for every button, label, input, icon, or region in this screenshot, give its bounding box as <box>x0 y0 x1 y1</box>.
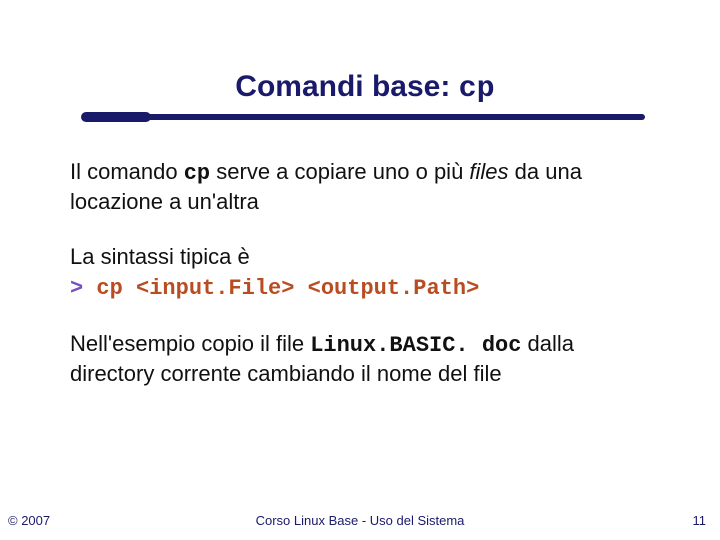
p2-prompt: > <box>70 276 96 301</box>
p3-text1: Nell'esempio copio il file <box>70 331 310 356</box>
underline-accent <box>81 112 151 122</box>
slide-body: Il comando cp serve a copiare uno o più … <box>70 158 660 387</box>
slide: Comandi base: cp Il comando cp serve a c… <box>0 0 720 387</box>
p2-syntax: > cp <input.File> <output.Path> <box>70 273 660 303</box>
slide-title: Comandi base: cp <box>70 70 660 106</box>
title-underline <box>85 114 645 124</box>
paragraph-2: La sintassi tipica è > cp <input.File> <… <box>70 243 660 302</box>
title-prefix: Comandi base: <box>235 70 458 103</box>
p3-code: Linux.BASIC. doc <box>310 333 521 358</box>
p2-intro: La sintassi tipica è <box>70 243 660 271</box>
p1-files: files <box>469 159 508 184</box>
title-cmd: cp <box>459 72 495 106</box>
paragraph-3: Nell'esempio copio il file Linux.BASIC. … <box>70 330 660 387</box>
underline-thick <box>85 114 645 120</box>
p2-code: cp <input.File> <output.Path> <box>96 276 479 301</box>
paragraph-1: Il comando cp serve a copiare uno o più … <box>70 158 660 215</box>
p1-text1: Il comando <box>70 159 184 184</box>
footer-page-number: 11 <box>693 513 707 528</box>
p1-cmd: cp <box>184 161 210 186</box>
p1-text2: serve a copiare uno o più <box>210 159 469 184</box>
footer-center: Corso Linux Base - Uso del Sistema <box>0 513 720 528</box>
